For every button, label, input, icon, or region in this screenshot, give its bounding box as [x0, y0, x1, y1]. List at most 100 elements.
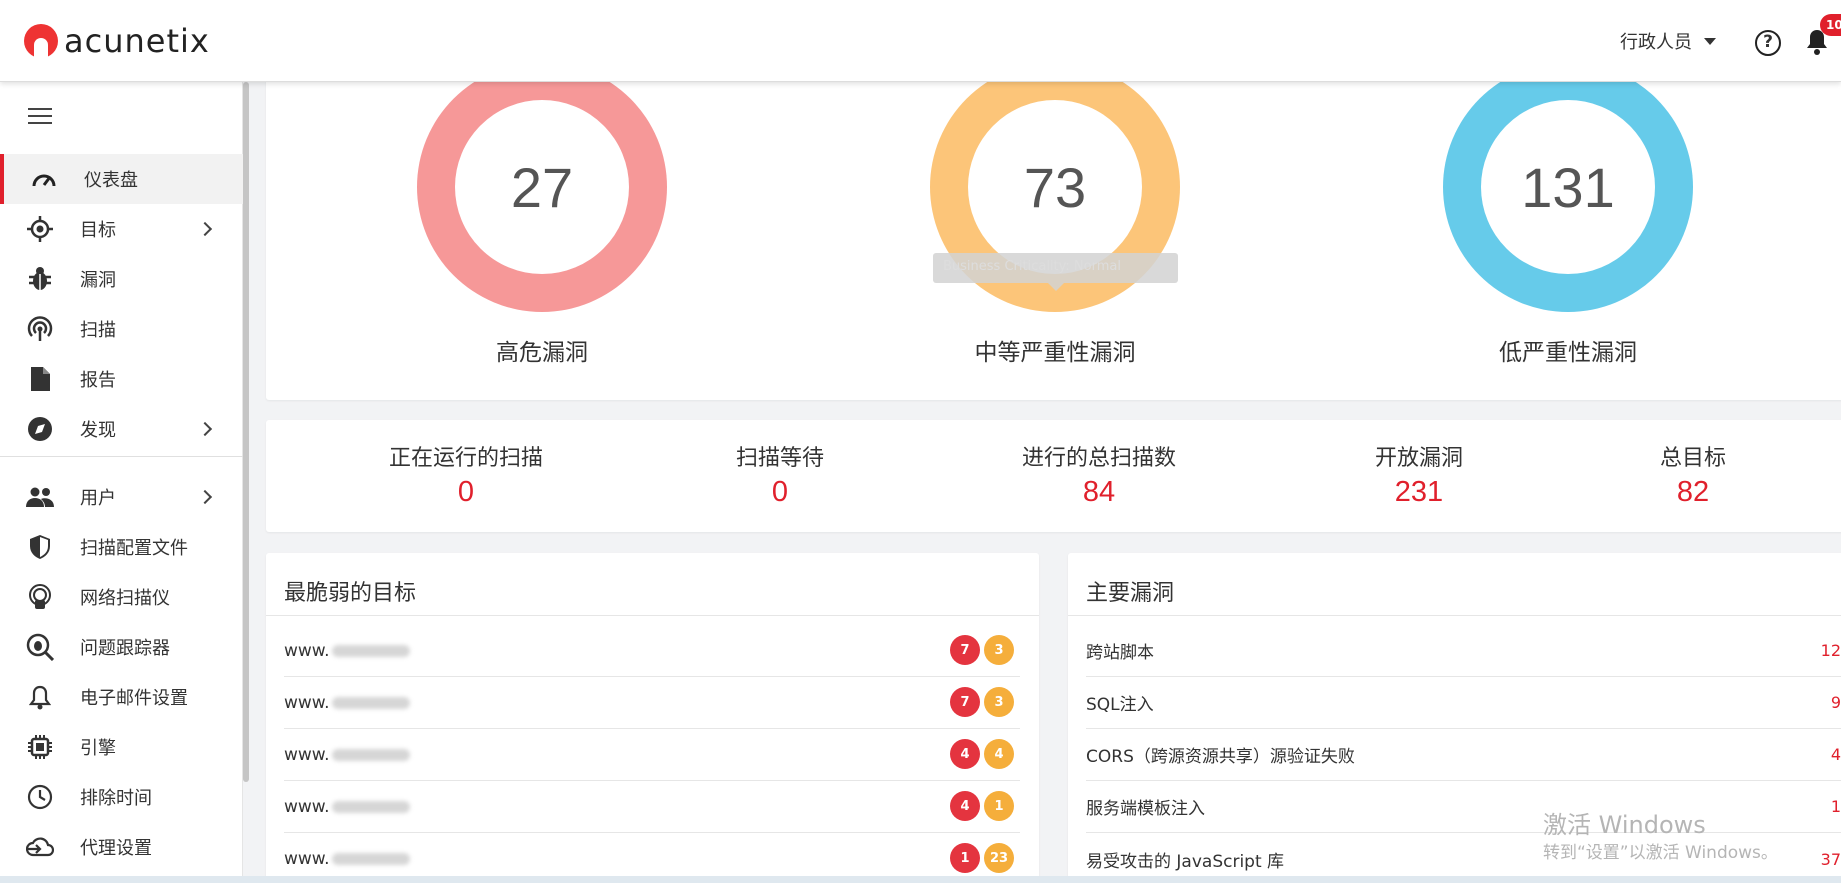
sidebar-item-label: 问题跟踪器 [80, 638, 170, 659]
most-vulnerable-targets-card: 最脆弱的目标 www. 7 3 www. 7 3 www. 4 4 www. 4… [266, 553, 1039, 883]
vulnerability-count: 9 [1830, 693, 1841, 712]
stat-value: 0 [457, 476, 475, 508]
clock-icon [26, 783, 54, 811]
logo-text: acunetix [64, 22, 210, 60]
medium-count-badge: 23 [984, 843, 1014, 873]
sidebar-item-dashboard[interactable]: 仪表盘 [0, 154, 243, 204]
medium-severity-label: 中等严重性漏洞 [974, 340, 1136, 366]
windows-activation-hint: 转到“设置”以激活 Windows。 [1543, 843, 1778, 863]
user-menu[interactable]: 行政人员 [1620, 28, 1716, 54]
medium-severity-count: 73 [968, 100, 1142, 274]
sidebar-item-label: 扫描配置文件 [80, 538, 188, 559]
sidebar-scrollbar[interactable] [243, 82, 249, 782]
target-row[interactable]: www. 4 1 [284, 781, 1020, 833]
sidebar-item-label: 用户 [80, 488, 116, 509]
target-url[interactable]: www. [284, 849, 330, 869]
windows-activation-watermark: 激活 Windows [1543, 811, 1706, 839]
low-severity-count: 131 [1481, 100, 1655, 274]
sidebar-item-label: 引擎 [80, 738, 116, 759]
sidebar-item-label: 目标 [80, 220, 116, 241]
caret-down-icon [1704, 37, 1716, 45]
vulnerability-name[interactable]: SQL注入 [1086, 690, 1154, 715]
target-row[interactable]: www. 7 3 [284, 625, 1020, 677]
vulnerability-row[interactable]: 服务端模板注入 1 [1086, 781, 1841, 833]
stat-total-targets: 总目标 82 [1563, 440, 1823, 509]
target-url[interactable]: www. [284, 745, 330, 765]
stat-value: 231 [1394, 476, 1444, 508]
medium-count-badge: 4 [984, 739, 1014, 769]
menu-toggle-icon[interactable] [28, 108, 52, 129]
sidebar-item-email-settings[interactable]: 电子邮件设置 [0, 672, 243, 722]
stat-value: 84 [1082, 476, 1116, 508]
stat-label: 正在运行的扫描 [388, 446, 543, 471]
sidebar-item-targets[interactable]: 目标 [0, 204, 243, 254]
sidebar-item-label: 排除时间 [80, 788, 152, 809]
sidebar-item-discovery[interactable]: 发现 [0, 404, 243, 454]
low-severity-donut[interactable]: 131 [1443, 62, 1693, 312]
sidebar-item-label: 扫描 [80, 320, 116, 341]
card-divider [266, 615, 1039, 616]
sidebar-item-engines[interactable]: 引擎 [0, 722, 243, 772]
top-header: acunetix 行政人员 ? 100 [0, 0, 1841, 82]
redacted-text [331, 696, 410, 709]
target-url[interactable]: www. [284, 641, 330, 661]
top-vulnerabilities-card: 主要漏洞 跨站脚本 12 SQL注入 9 CORS（跨源资源共享）源验证失败 4… [1068, 553, 1841, 883]
bug-search-icon [26, 633, 54, 661]
target-url[interactable]: www. [284, 797, 330, 817]
vulnerability-name[interactable]: 易受攻击的 JavaScript 库 [1086, 847, 1284, 872]
sidebar-item-label: 报告 [80, 370, 116, 391]
stat-value: 0 [771, 476, 789, 508]
target-url[interactable]: www. [284, 693, 330, 713]
vulnerability-name[interactable]: 服务端模板注入 [1086, 794, 1205, 819]
stat-open-vulnerabilities: 开放漏洞 231 [1289, 440, 1549, 509]
chevron-right-icon [197, 489, 213, 505]
radar-icon [26, 315, 54, 343]
sidebar-item-label: 电子邮件设置 [80, 688, 188, 709]
sidebar: 仪表盘 目标 漏洞 扫描 报告 发现 用户 扫描配置文件 网络扫描仪 问题跟踪器 [0, 82, 243, 883]
vulnerability-count: 4 [1830, 745, 1841, 764]
sidebar-item-scan-profiles[interactable]: 扫描配置文件 [0, 522, 243, 572]
medium-count-badge: 3 [984, 635, 1014, 665]
high-severity-count: 27 [455, 100, 629, 274]
vulnerability-row[interactable]: CORS（跨源资源共享）源验证失败 4 [1086, 729, 1841, 781]
stat-running-scans: 正在运行的扫描 0 [336, 440, 596, 509]
sidebar-item-proxy-settings[interactable]: 代理设置 [0, 822, 243, 872]
stat-total-scans: 进行的总扫描数 84 [969, 440, 1229, 509]
sidebar-item-vulnerabilities[interactable]: 漏洞 [0, 254, 243, 304]
vulnerability-count: 1 [1830, 797, 1841, 816]
high-severity-donut[interactable]: 27 [417, 62, 667, 312]
stat-value: 82 [1676, 476, 1710, 508]
sidebar-item-users[interactable]: 用户 [0, 472, 243, 522]
notification-badge: 100 [1820, 14, 1841, 36]
stat-label: 开放漏洞 [1374, 446, 1463, 471]
network-scanner-icon [26, 583, 54, 611]
sidebar-item-reports[interactable]: 报告 [0, 354, 243, 404]
stat-label: 进行的总扫描数 [1021, 446, 1176, 471]
gauge-icon [30, 165, 58, 193]
target-row[interactable]: www. 7 3 [284, 677, 1020, 729]
compass-icon [26, 415, 54, 443]
target-row[interactable]: www. 4 4 [284, 729, 1020, 781]
help-icon[interactable]: ? [1755, 30, 1781, 56]
high-count-badge: 4 [950, 739, 980, 769]
card-title: 最脆弱的目标 [284, 581, 417, 606]
low-severity-label: 低严重性漏洞 [1499, 340, 1637, 366]
stat-label: 扫描等待 [735, 446, 824, 471]
sidebar-item-excluded-hours[interactable]: 排除时间 [0, 772, 243, 822]
sidebar-item-label: 漏洞 [80, 270, 116, 291]
target-icon [26, 215, 54, 243]
vulnerability-name[interactable]: 跨站脚本 [1086, 638, 1154, 663]
vulnerability-row[interactable]: 跨站脚本 12 [1086, 625, 1841, 677]
sidebar-item-label: 代理设置 [80, 838, 152, 859]
vulnerability-name[interactable]: CORS（跨源资源共享）源验证失败 [1086, 742, 1355, 767]
vulnerability-row[interactable]: SQL注入 9 [1086, 677, 1841, 729]
acunetix-logo[interactable]: acunetix [24, 22, 210, 60]
sidebar-item-issue-tracker[interactable]: 问题跟踪器 [0, 622, 243, 672]
user-menu-label: 行政人员 [1620, 32, 1692, 53]
sidebar-item-network-scanner[interactable]: 网络扫描仪 [0, 572, 243, 622]
stat-label: 总目标 [1659, 446, 1726, 471]
redacted-text [331, 800, 410, 813]
sidebar-item-label: 网络扫描仪 [80, 588, 170, 609]
sidebar-item-scans[interactable]: 扫描 [0, 304, 243, 354]
bell-icon [26, 683, 54, 711]
